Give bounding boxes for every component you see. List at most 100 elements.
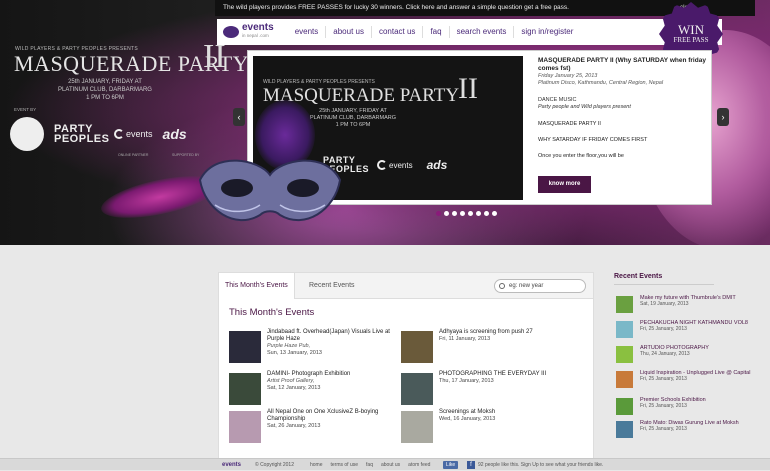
footer-link-about[interactable]: about us: [381, 459, 400, 471]
event-title[interactable]: Jindabaad ft. Overhead(Japan) Visuals Li…: [267, 329, 397, 343]
recent-item[interactable]: Liquid Inspiration - Unplugged Live @ Ca…: [616, 370, 766, 390]
recent-date: Fri, 25 January, 2013: [640, 426, 687, 432]
event-item[interactable]: Adhyaya is screening from push 27 Fri, 1…: [401, 329, 571, 363]
carousel-dot[interactable]: [444, 211, 449, 216]
recent-item[interactable]: Premier Schools Exhibition Fri, 25 Januar…: [616, 397, 766, 417]
know-more-button[interactable]: know more: [538, 176, 591, 193]
free-pass-text: FREE PASS: [673, 36, 709, 44]
event-thumbnail[interactable]: [401, 331, 433, 363]
poster-event-by: EVENT BY: [14, 107, 37, 112]
event-title[interactable]: Adhyaya is screening from push 27: [439, 329, 569, 336]
event-thumbnail[interactable]: [229, 411, 261, 443]
event-thumbnail[interactable]: [229, 331, 261, 363]
facebook-icon: f: [467, 461, 475, 469]
poster-time: 1 PM TO 6PM: [86, 95, 124, 101]
site-logo[interactable]: events in nepal .com: [223, 22, 274, 40]
carousel-dots: [436, 211, 497, 216]
event-thumbnail[interactable]: [401, 411, 433, 443]
featured-venue: Platinum Disco, Kathmandu, Central Regio…: [538, 80, 664, 86]
featured-teaser: Once you enter the floor,you will be: [538, 153, 624, 159]
events-logo-text: events: [126, 129, 153, 139]
recent-thumbnail[interactable]: [616, 371, 633, 388]
nav-events[interactable]: events: [288, 26, 326, 38]
featured-events-logo: events: [377, 160, 413, 170]
main-nav: events in nepal .com events about us con…: [217, 19, 722, 45]
featured-genre: DANCE MUSIC: [538, 97, 577, 103]
featured-date: Friday January 25, 2013: [538, 73, 598, 79]
nav-faq[interactable]: faq: [422, 26, 448, 38]
carousel-dot[interactable]: [484, 211, 489, 216]
event-title[interactable]: DAMINI- Photograph Exhibition: [267, 371, 397, 378]
event-title[interactable]: PHOTOGRAPHING THE EVERYDAY III: [439, 371, 569, 378]
carousel-prev-arrow[interactable]: ‹: [233, 108, 245, 126]
recent-thumbnail[interactable]: [616, 346, 633, 363]
tab-this-months-events[interactable]: This Month's Events: [219, 273, 295, 299]
carousel-dot[interactable]: [452, 211, 457, 216]
recent-thumbnail[interactable]: [616, 421, 633, 438]
search-input[interactable]: eg: new year: [494, 279, 586, 293]
event-item[interactable]: All Nepal One on One XclusiveZ B-boying …: [229, 409, 399, 443]
event-item[interactable]: PHOTOGRAPHING THE EVERYDAY III Thu, 17 J…: [401, 371, 571, 405]
events-swirl-icon: [377, 160, 387, 170]
recent-item[interactable]: ARTUDIO PHOTOGRAPHY Thu, 24 January, 2013: [616, 345, 766, 365]
nav-contact-us[interactable]: contact us: [370, 26, 422, 38]
recent-item[interactable]: Make my future with Thumbrule's DMIT Sat,…: [616, 295, 766, 315]
events-tabs: This Month's Events Recent Events eg: ne…: [219, 273, 593, 299]
recent-date: Fri, 25 January, 2013: [640, 326, 687, 332]
search-icon: [499, 283, 505, 289]
facebook-like-button[interactable]: Like: [443, 461, 459, 469]
mask-icon: [198, 159, 342, 221]
recent-date: Thu, 24 January, 2013: [640, 351, 690, 357]
footer-logo[interactable]: events: [222, 459, 241, 471]
event-item[interactable]: Screenings at Moksh Wed, 16 January, 201…: [401, 409, 571, 443]
recent-thumbnail[interactable]: [616, 398, 633, 415]
event-date: Fri, 11 January, 2013: [439, 336, 491, 342]
recent-item[interactable]: PECHAKUCHA NIGHT KATHMANDU VOL8 Fri, 25 J…: [616, 320, 766, 340]
event-title[interactable]: All Nepal One on One XclusiveZ B-boying …: [267, 409, 397, 423]
event-venue: Artist Proof Gallery,: [267, 378, 315, 384]
event-thumbnail[interactable]: [229, 373, 261, 405]
featured-events-logo-text: events: [389, 160, 413, 170]
nav-search-events[interactable]: search events: [448, 26, 514, 38]
search-input-value: eg: new year: [509, 283, 544, 289]
recent-item[interactable]: Rato Mato: Diwas Gurung Live at Moksh Fri…: [616, 420, 766, 440]
poster-date: 25th JANUARY, FRIDAY AT PLATINUM CLUB, D…: [40, 78, 170, 102]
party-badge-icon: [10, 117, 44, 151]
recent-thumbnail[interactable]: [616, 321, 633, 338]
footer-copyright: © Copyright 2012: [255, 462, 294, 468]
online-partner-label: ONLINE PARTNER: [118, 153, 149, 157]
nav-sign-in-register[interactable]: sign in/register: [513, 26, 580, 38]
poster-logo-row: PARTY PEOPLES events ads: [10, 117, 187, 151]
carousel-next-arrow[interactable]: ›: [717, 108, 729, 126]
recent-date: Fri, 25 January, 2013: [640, 403, 687, 409]
logo-mark-icon: [223, 26, 239, 38]
featured-poster-date-line1: 25th JANUARY, FRIDAY AT: [319, 108, 387, 114]
footer-link-faq[interactable]: faq: [366, 459, 373, 471]
recent-thumbnail[interactable]: [616, 296, 633, 313]
event-item[interactable]: Jindabaad ft. Overhead(Japan) Visuals Li…: [229, 329, 399, 363]
nav-about-us[interactable]: about us: [325, 26, 371, 38]
footer-links: home terms of use faq about us atom feed: [310, 459, 430, 471]
event-item[interactable]: DAMINI- Photograph Exhibition Artist Pro…: [229, 371, 399, 405]
party-peoples-logo: PARTY PEOPLES: [54, 123, 110, 145]
facebook-like-count: 92 people like this. Sign Up to see what…: [478, 462, 604, 468]
event-date: Sun, 13 January, 2013: [267, 350, 322, 356]
featured-organizer: Party people and Wild players present: [538, 104, 631, 110]
featured-title[interactable]: MASQUERADE PARTY II (Why SATURDAY when f…: [538, 57, 708, 73]
carousel-dot[interactable]: [476, 211, 481, 216]
recent-date: Sat, 19 January, 2013: [640, 301, 689, 307]
carousel-dot[interactable]: [460, 211, 465, 216]
event-title[interactable]: Screenings at Moksh: [439, 409, 569, 416]
footer-link-terms[interactable]: terms of use: [331, 459, 359, 471]
event-thumbnail[interactable]: [401, 373, 433, 405]
carousel-dot[interactable]: [468, 211, 473, 216]
tab-recent-events[interactable]: Recent Events: [303, 273, 361, 299]
footer-link-atom-feed[interactable]: atom feed: [408, 459, 430, 471]
poster-date-line2: PLATINUM CLUB, DARBARMARG: [58, 87, 152, 93]
promo-notice-text[interactable]: The wild players provides FREE PASSES fo…: [223, 4, 569, 11]
footer-link-home[interactable]: home: [310, 459, 323, 471]
carousel-dot[interactable]: [492, 211, 497, 216]
logo-name: events: [242, 22, 274, 33]
carousel-dot[interactable]: [436, 211, 441, 216]
recent-divider: [614, 284, 714, 285]
